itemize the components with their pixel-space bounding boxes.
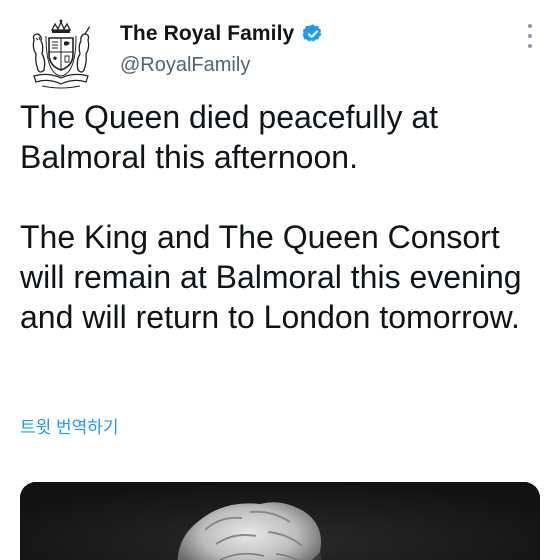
tweet-paragraph-1: The Queen died peacefully at Balmoral th… <box>20 99 439 175</box>
more-options-icon[interactable] <box>520 24 540 48</box>
tweet-media-image[interactable] <box>20 482 540 560</box>
tweet-author: The Royal Family @RoyalFamily <box>120 22 324 77</box>
avatar[interactable] <box>22 14 100 92</box>
author-name-row[interactable]: The Royal Family <box>120 22 324 46</box>
verified-badge-icon <box>302 23 324 45</box>
author-display-name[interactable]: The Royal Family <box>120 22 294 46</box>
tweet[interactable]: The Royal Family @RoyalFamily The Queen … <box>0 0 560 560</box>
author-handle[interactable]: @RoyalFamily <box>120 54 324 77</box>
portrait-photo <box>20 482 540 560</box>
tweet-text: The Queen died peacefully at Balmoral th… <box>20 97 550 337</box>
tweet-paragraph-2: The King and The Queen Consort will rema… <box>20 219 522 335</box>
translate-tweet-link[interactable]: 트윗 번역하기 <box>20 413 119 438</box>
royal-coat-of-arms-icon <box>32 19 91 89</box>
